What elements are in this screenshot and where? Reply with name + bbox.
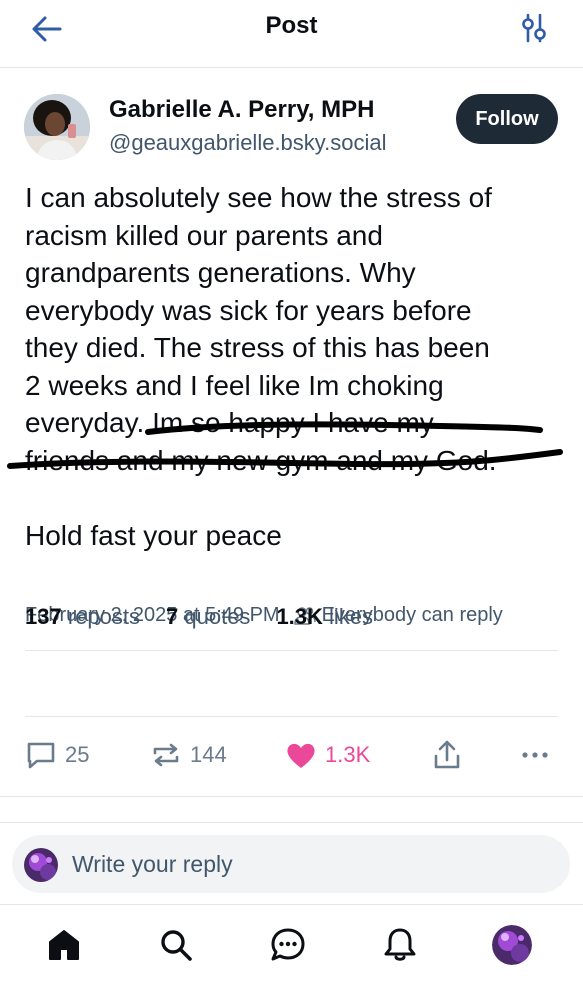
heart-icon [287,743,315,768]
post-line: friends and my new gym and my God. [25,444,497,476]
page-title: Post [265,12,318,39]
post-line: racism killed our parents and [25,219,383,251]
reply-count: 25 [65,742,90,767]
home-icon [49,930,79,960]
post-line: everyday. Im so happy I have my [25,407,434,438]
author-name[interactable]: Gabrielle A. Perry, MPH [109,96,374,124]
sliders-icon [522,13,546,43]
reply-composer[interactable]: Write your reply [12,835,570,893]
post-line: everybody was sick for years before [25,294,472,326]
reposts-stat[interactable]: 137 reposts [25,604,140,630]
post-line: grandparents generations. Why [25,257,416,288]
post-actions: 25 144 1.3K [0,730,583,780]
reposts-label: reposts [67,604,140,629]
thread-settings-button[interactable] [519,12,549,44]
reposts-count: 137 [25,604,62,629]
avatar-image [24,848,58,882]
quotes-stat[interactable]: 7 quotes [166,604,250,630]
search-icon [161,930,192,961]
author-handle[interactable]: @geauxgabrielle.bsky.social [109,130,387,156]
profile-avatar-icon [492,925,532,965]
repost-icon [153,743,179,767]
likes-label: likes [329,604,374,629]
post-line: I can absolutely see how the stress of [25,182,492,213]
divider [0,822,583,823]
author-avatar[interactable] [24,94,90,160]
like-button[interactable]: 1.3K [285,730,370,780]
quotes-label: quotes [184,604,251,629]
reply-button[interactable]: 25 [25,730,89,780]
bell-icon [384,928,416,961]
repost-button[interactable]: 144 [150,730,227,780]
more-options-button[interactable] [520,730,558,780]
quotes-count: 7 [166,604,179,629]
post-text: I can absolutely see how the stress of r… [25,179,565,479]
my-avatar [24,848,58,882]
divider [0,796,583,797]
likes-count: 1.3K [276,604,323,629]
post-line: they died. The stress of this has been [25,332,490,363]
avatar-image [24,94,90,160]
chat-icon [271,928,305,961]
post-line: 2 weeks and I feel like Im choking [25,369,444,401]
nav-search[interactable] [156,925,196,965]
share-icon [434,740,460,769]
like-count: 1.3K [325,742,371,767]
bottom-navigation [0,904,583,1000]
engagement-stats: 137 reposts 7 quotes 1.3K likes [25,604,399,630]
reply-icon [27,742,55,769]
more-dots-icon [522,752,548,758]
divider [25,650,558,651]
post-text-paragraph-2: Hold fast your peace [25,520,282,551]
nav-notifications[interactable] [380,925,420,965]
share-button[interactable] [432,730,470,780]
nav-home[interactable] [44,925,84,965]
nav-profile[interactable] [492,925,532,965]
repost-count: 144 [190,742,227,767]
divider [25,716,558,717]
nav-chat[interactable] [268,925,308,965]
likes-stat[interactable]: 1.3K likes [276,604,373,630]
follow-button[interactable]: Follow [456,94,558,144]
top-bar: Post [0,0,583,68]
reply-placeholder: Write your reply [72,851,233,877]
